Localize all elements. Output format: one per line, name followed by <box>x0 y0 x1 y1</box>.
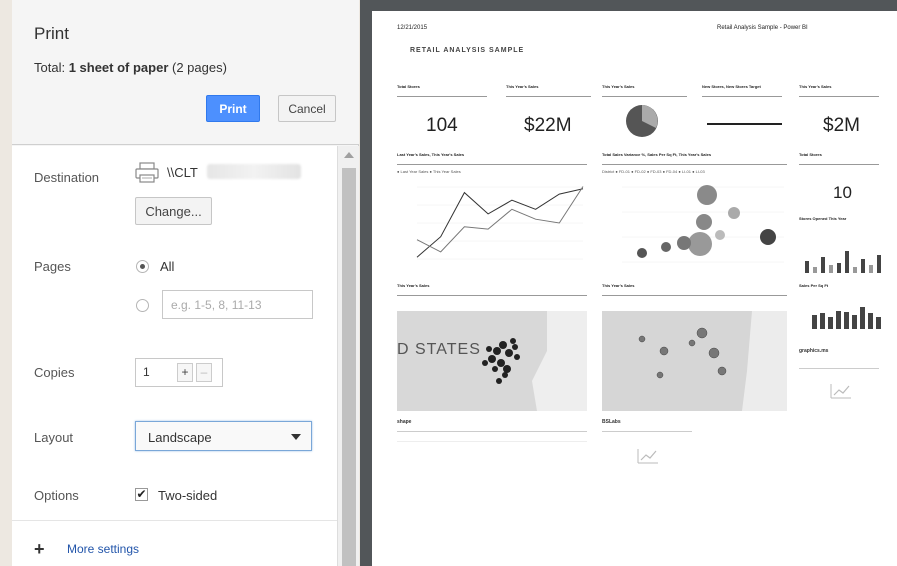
pie-chart <box>626 105 658 137</box>
copies-stepper[interactable]: 1 + – <box>135 358 223 387</box>
card-rule <box>602 431 692 432</box>
two-sided-label: Two-sided <box>158 488 218 503</box>
chart-placeholder-icon <box>637 449 658 464</box>
map-features <box>602 311 787 411</box>
more-settings-row[interactable]: + More settings <box>12 520 337 566</box>
dialog-title: Print <box>34 24 69 43</box>
card-sales-title: This Year's Sales <box>506 84 539 89</box>
sales-map-2[interactable] <box>602 311 787 411</box>
line-chart <box>416 186 584 260</box>
pages-all-radio[interactable] <box>136 260 149 273</box>
total-sheets: 1 sheet of paper <box>68 60 169 75</box>
card-rule <box>602 96 687 97</box>
chart-placeholder-icon <box>830 384 851 399</box>
card-sales3-title: This Year's Sales <box>799 84 832 89</box>
total-prefix: Total: <box>34 60 69 75</box>
preview-date: 12/21/2015 <box>397 25 428 31</box>
sales-map-1[interactable]: D STATES <box>397 311 587 411</box>
card-sales-value: $22M <box>524 115 572 136</box>
card-rule <box>799 96 879 97</box>
copies-decrement-button[interactable]: – <box>196 363 212 382</box>
layout-value: Landscape <box>148 430 212 445</box>
card-rule <box>702 96 782 97</box>
bubble-chart <box>622 185 784 263</box>
copies-value[interactable]: 1 <box>143 365 150 379</box>
card-total-stores2-value: 10 <box>833 183 852 202</box>
line-chart-title: Last Year's Sales, This Year's Sales <box>397 152 465 157</box>
preview-page: 12/21/2015 Retail Analysis Sample - Powe… <box>372 11 897 566</box>
scrollbar-thumb[interactable] <box>342 168 356 566</box>
card-rule <box>506 96 591 97</box>
map-features <box>397 311 587 411</box>
sales-per-sqft-bar-chart <box>812 307 881 329</box>
this-year-sales-line <box>416 186 584 253</box>
plus-icon: + <box>34 539 45 559</box>
sheet-total: Total: 1 sheet of paper (2 pages) <box>34 60 227 75</box>
two-sided-checkbox[interactable]: ✔ <box>135 488 148 501</box>
print-header: Print Total: 1 sheet of paper (2 pages) … <box>12 0 359 145</box>
destination-label: Destination <box>34 170 100 185</box>
destination-name: \\CLT <box>167 165 198 180</box>
stores-opened-title: Stores Opened This Year <box>799 216 847 221</box>
line-chart-legend: ● Last Year Sales ● This Year Sales <box>397 169 461 174</box>
card-sales3-value: $2M <box>823 115 860 136</box>
card-rule <box>397 164 587 165</box>
change-destination-button[interactable]: Change... <box>135 197 212 225</box>
pages-label: Pages <box>34 259 71 274</box>
map1-title: This Year's Sales <box>397 283 430 288</box>
layout-select[interactable]: Landscape <box>135 421 312 451</box>
card-rule <box>799 368 879 369</box>
map2-title: This Year's Sales <box>602 283 635 288</box>
pages-range-input[interactable] <box>162 290 313 319</box>
card-rule <box>397 431 587 432</box>
layout-label: Layout <box>34 430 74 445</box>
bubble-chart-legend: District ● FD-01 ● FD-02 ● FD-03 ● FD-04… <box>602 169 705 174</box>
card-total-stores-title: Total Stores <box>397 84 420 89</box>
card-total-stores-value: 104 <box>426 115 458 136</box>
scroll-up-arrow-icon[interactable] <box>344 152 354 158</box>
stores-opened-bar-chart <box>805 251 881 273</box>
bubble-chart-title: Total Sales Variance %, Sales Per Sq Ft,… <box>602 152 712 157</box>
printer-icon <box>135 162 159 183</box>
copies-increment-button[interactable]: + <box>177 363 193 382</box>
card-rule <box>602 295 787 296</box>
more-settings-link[interactable]: More settings <box>67 542 139 556</box>
card-sales2-title: This Year's Sales <box>602 84 635 89</box>
map-country-label: D STATES <box>397 341 481 358</box>
pages-all-label: All <box>160 259 175 274</box>
print-settings-panel: Print Total: 1 sheet of paper (2 pages) … <box>12 0 359 566</box>
settings-scrollbar[interactable] <box>337 146 359 566</box>
shape-label: shape <box>397 419 412 425</box>
card-rule <box>602 164 787 165</box>
sales-per-sqft-title: Sales Per Sq Ft <box>799 283 829 288</box>
card-rule <box>799 164 879 165</box>
card-rule <box>397 295 587 296</box>
blank-tile-label: BSLabs <box>602 419 621 425</box>
pages-range-radio[interactable] <box>136 299 149 312</box>
card-total-stores2-title: Total Stores <box>799 152 822 157</box>
copies-label: Copies <box>34 365 75 380</box>
destination-redacted <box>207 164 301 179</box>
card-rule <box>397 96 487 97</box>
cancel-button[interactable]: Cancel <box>278 95 336 122</box>
graphics-label: graphics.ms <box>799 348 829 354</box>
options-label: Options <box>34 488 79 503</box>
preview-doc-title: Retail Analysis Sample - Power BI <box>717 25 808 31</box>
card-new-stores-title: New Stores, New Stores Target <box>702 84 761 89</box>
total-pages: (2 pages) <box>168 60 227 75</box>
report-title: RETAIL ANALYSIS SAMPLE <box>410 47 525 54</box>
print-button[interactable]: Print <box>206 95 260 122</box>
chevron-down-icon <box>291 434 301 440</box>
bullet-chart-bar <box>707 123 782 125</box>
card-rule <box>397 441 587 442</box>
